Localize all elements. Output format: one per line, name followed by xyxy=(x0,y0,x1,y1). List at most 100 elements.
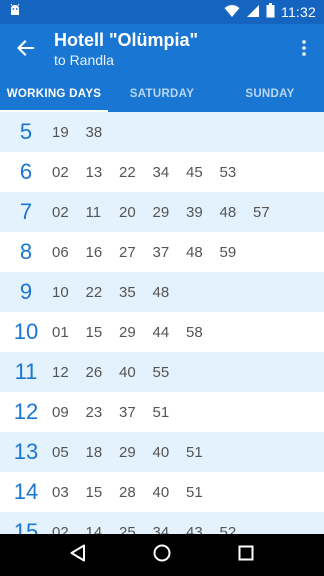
departure-minute: 48 xyxy=(186,243,203,261)
departure-minute: 48 xyxy=(152,283,170,301)
departure-minute: 28 xyxy=(119,483,136,501)
nav-home-button[interactable] xyxy=(142,537,182,573)
hour-row: 13 05 18 29 40 51 xyxy=(0,432,324,472)
departure-minute: 45 xyxy=(186,163,203,181)
departure-minute: 29 xyxy=(119,443,136,461)
hour-row: 9 10 22 35 48 xyxy=(0,272,324,312)
departure-minute: 34 xyxy=(152,523,170,535)
navigation-bar xyxy=(0,534,324,576)
timetable-list[interactable]: 5 19 38 6 02 13 22 34 45 53 7 02 11 20 29 39 48 57 8 06 16 27… xyxy=(0,112,324,534)
hour-label: 8 xyxy=(19,239,33,264)
minutes-list: 05 18 29 40 51 xyxy=(52,444,220,461)
departure-minute: 44 xyxy=(152,323,170,341)
android-debug-icon xyxy=(8,3,22,22)
hour-label: 15 xyxy=(13,519,39,534)
triangle-back-icon xyxy=(70,544,86,567)
departure-minute: 52 xyxy=(219,523,237,535)
departure-minute: 29 xyxy=(119,323,136,341)
hour-row: 10 01 15 29 44 58 xyxy=(0,312,324,352)
departure-minute: 19 xyxy=(52,123,69,141)
tab-label: WORKING DAYS xyxy=(6,88,102,100)
overflow-menu-button[interactable] xyxy=(292,36,316,64)
hour-row: 5 19 38 xyxy=(0,112,324,152)
departure-minute: 02 xyxy=(52,523,69,535)
departure-minute: 40 xyxy=(152,443,170,461)
hour-label: 11 xyxy=(14,359,38,384)
screen: 11:32 Hotell "Olümpia" to Randla WORKING… xyxy=(0,0,324,576)
departure-minute: 53 xyxy=(219,163,237,181)
hour-row: 14 03 15 28 40 51 xyxy=(0,472,324,512)
departure-minute: 51 xyxy=(186,483,203,501)
departure-minute: 23 xyxy=(85,403,103,421)
minutes-list: 12 26 40 55 xyxy=(52,364,186,381)
day-tabs: WORKING DAYS SATURDAY SUNDAY xyxy=(0,76,324,112)
tab-label: SUNDAY xyxy=(245,88,295,100)
hour-label: 13 xyxy=(13,439,39,464)
departure-minute: 15 xyxy=(85,323,103,341)
square-recents-icon xyxy=(238,545,254,566)
departure-minute: 29 xyxy=(152,203,170,221)
departure-minute: 06 xyxy=(52,243,69,261)
departure-minute: 48 xyxy=(219,203,237,221)
departure-minute: 05 xyxy=(52,443,69,461)
nav-back-button[interactable] xyxy=(58,537,98,573)
departure-minute: 01 xyxy=(52,323,69,341)
departure-minute: 35 xyxy=(119,283,136,301)
departure-minute: 40 xyxy=(119,363,136,381)
tab-saturday[interactable]: SATURDAY xyxy=(108,76,216,112)
departure-minute: 12 xyxy=(52,363,69,381)
minutes-list: 01 15 29 44 58 xyxy=(52,324,220,341)
status-bar: 11:32 xyxy=(0,0,324,24)
tab-working-days[interactable]: WORKING DAYS xyxy=(0,76,108,112)
departure-minute: 25 xyxy=(119,523,136,535)
back-button[interactable] xyxy=(12,36,40,64)
departure-minute: 39 xyxy=(186,203,203,221)
departure-minute: 51 xyxy=(186,443,203,461)
tab-sunday[interactable]: SUNDAY xyxy=(216,76,324,112)
hour-label: 7 xyxy=(19,199,33,224)
departure-minute: 03 xyxy=(52,483,69,501)
hour-label: 5 xyxy=(19,119,33,144)
departure-minute: 55 xyxy=(152,363,170,381)
departure-minute: 13 xyxy=(85,163,103,181)
hour-row: 7 02 11 20 29 39 48 57 xyxy=(0,192,324,232)
departure-minute: 09 xyxy=(52,403,69,421)
circle-home-icon xyxy=(153,544,171,567)
tab-label: SATURDAY xyxy=(129,88,195,100)
app-bar: Hotell "Olümpia" to Randla xyxy=(0,24,324,76)
departure-minute: 22 xyxy=(85,283,103,301)
departure-minute: 40 xyxy=(152,483,170,501)
departure-minute: 59 xyxy=(219,243,237,261)
minutes-list: 02 11 20 29 39 48 57 xyxy=(52,204,287,221)
departure-minute: 20 xyxy=(119,203,136,221)
hour-row: 15 02 14 25 34 43 52 xyxy=(0,512,324,534)
departure-minute: 18 xyxy=(85,443,103,461)
departure-minute: 15 xyxy=(85,483,103,501)
hour-label: 6 xyxy=(19,159,33,184)
hour-row: 12 09 23 37 51 xyxy=(0,392,324,432)
more-vert-icon xyxy=(302,39,306,61)
status-time: 11:32 xyxy=(281,4,316,20)
nav-recents-button[interactable] xyxy=(226,537,266,573)
wifi-icon xyxy=(224,4,240,21)
departure-minute: 57 xyxy=(253,203,270,221)
stop-title: Hotell "Olümpia" xyxy=(54,30,199,50)
minutes-list: 02 13 22 34 45 53 xyxy=(52,164,253,181)
minutes-list: 10 22 35 48 xyxy=(52,284,186,301)
departure-minute: 43 xyxy=(186,523,203,535)
departure-minute: 26 xyxy=(85,363,103,381)
hour-label: 14 xyxy=(13,479,39,504)
hour-row: 11 12 26 40 55 xyxy=(0,352,324,392)
minutes-list: 06 16 27 37 48 59 xyxy=(52,244,253,261)
departure-minute: 22 xyxy=(119,163,136,181)
hour-label: 12 xyxy=(13,399,39,424)
battery-icon xyxy=(266,3,275,21)
hour-row: 8 06 16 27 37 48 59 xyxy=(0,232,324,272)
hour-label: 9 xyxy=(19,279,33,304)
departure-minute: 51 xyxy=(152,403,170,421)
minutes-list: 03 15 28 40 51 xyxy=(52,484,220,501)
hour-row: 6 02 13 22 34 45 53 xyxy=(0,152,324,192)
minutes-list: 19 38 xyxy=(52,124,119,141)
departure-minute: 37 xyxy=(119,403,136,421)
departure-minute: 11 xyxy=(85,203,102,221)
